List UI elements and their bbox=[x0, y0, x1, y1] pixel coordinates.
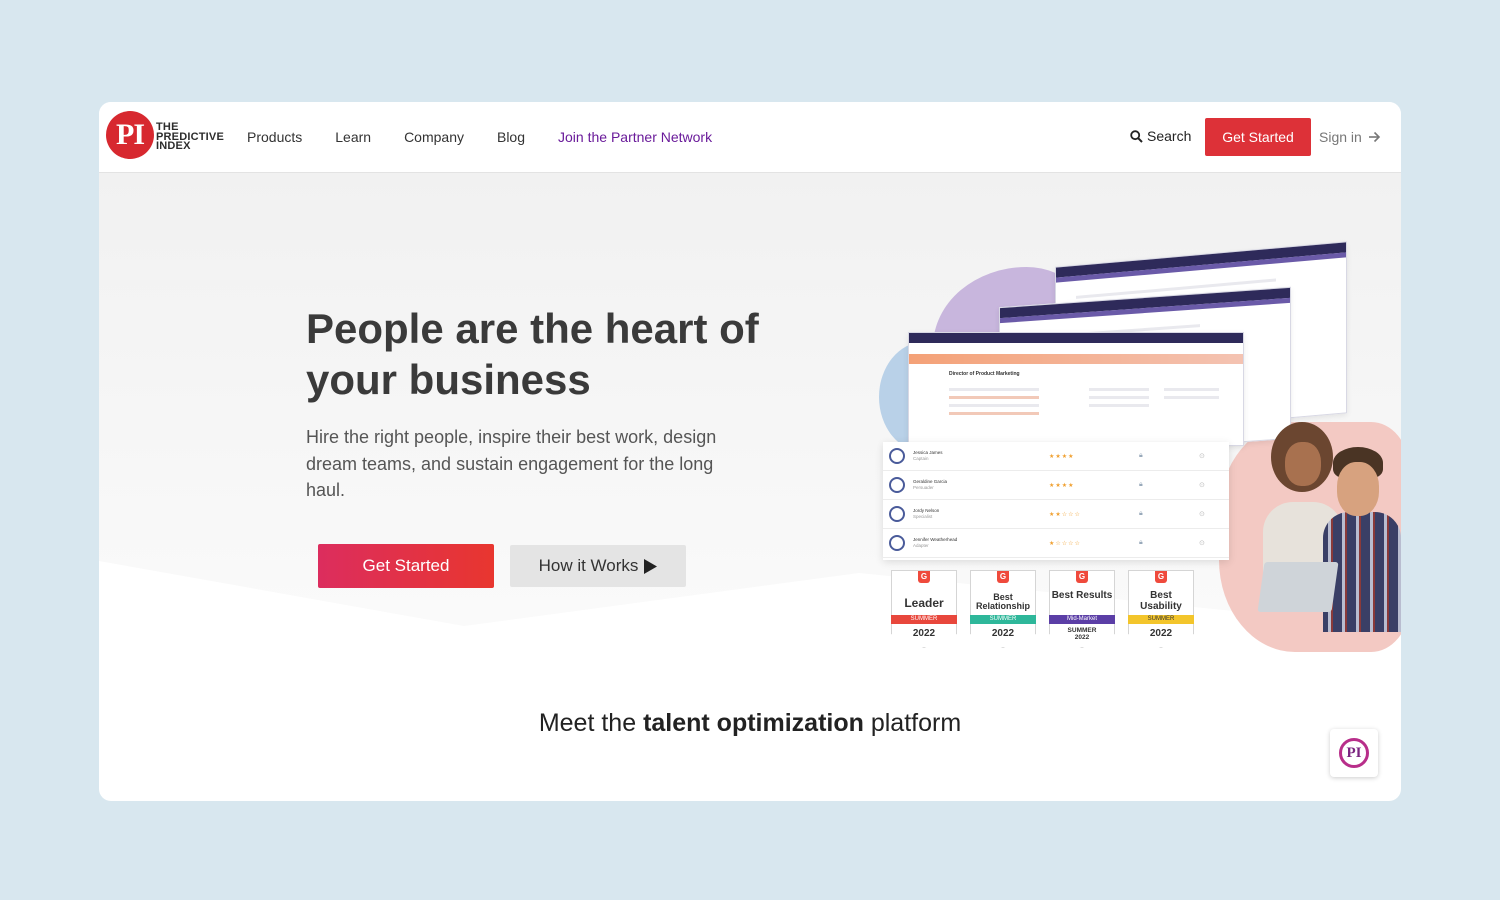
badge-ribbon: SUMMER bbox=[891, 615, 957, 624]
badge-year: 2022 bbox=[991, 628, 1015, 639]
profile-icon bbox=[889, 506, 905, 522]
nav-item-learn[interactable]: Learn bbox=[335, 129, 371, 145]
rating-stars: ★☆☆☆☆ bbox=[1049, 540, 1081, 547]
menu-icon: ⊙ bbox=[1199, 482, 1205, 489]
profile-icon bbox=[889, 448, 905, 464]
candidate-list: Jessica James Captain ★★★★ 🔒︎ ⊙ Geraldine… bbox=[883, 442, 1229, 560]
people-photo bbox=[1241, 412, 1401, 642]
list-item: Jennifer Weatherhead Adapter ★☆☆☆☆ 🔒︎ ⊙ bbox=[883, 529, 1229, 558]
rating-stars: ★★★★ bbox=[1049, 482, 1075, 489]
nav-item-products[interactable]: Products bbox=[247, 129, 302, 145]
tagline-prefix: Meet the bbox=[538, 709, 644, 737]
profile-icon bbox=[889, 477, 905, 493]
list-item: Jordy Nelson Specialist ★★☆☆☆ 🔒︎ ⊙ bbox=[883, 500, 1229, 529]
candidate-role: Persuader bbox=[913, 485, 934, 490]
predictive-index-logo[interactable]: PI THE PREDICTIVE INDEX bbox=[106, 111, 236, 163]
g2-badge-best-usability: G Best Usability SUMMER 2022 bbox=[1128, 570, 1194, 648]
badge-ribbon: SUMMER bbox=[970, 615, 1036, 624]
top-navigation: PI THE PREDICTIVE INDEX Products Learn C… bbox=[99, 102, 1401, 173]
nav-item-blog[interactable]: Blog bbox=[497, 129, 525, 145]
search-button[interactable]: Search bbox=[1130, 128, 1191, 144]
lock-icon: 🔒︎ bbox=[1139, 481, 1143, 488]
nav-links: Products Learn Company Blog Join the Par… bbox=[247, 102, 745, 172]
candidate-role: Adapter bbox=[913, 543, 929, 548]
g2-logo-icon: G bbox=[1155, 571, 1167, 583]
candidate-role: Specialist bbox=[913, 514, 933, 519]
lock-icon: 🔒︎ bbox=[1139, 539, 1143, 546]
g2-logo-icon: G bbox=[1076, 571, 1088, 583]
nav-item-company[interactable]: Company bbox=[404, 129, 464, 145]
hero-get-started-button[interactable]: Get Started bbox=[318, 544, 494, 588]
badge-year: 2022 bbox=[1149, 628, 1173, 639]
menu-icon: ⊙ bbox=[1199, 511, 1205, 518]
badge-title: Leader bbox=[904, 596, 944, 610]
lock-icon: 🔒︎ bbox=[1139, 452, 1143, 459]
candidate-role: Captain bbox=[913, 456, 929, 461]
tagline-bold: talent optimization bbox=[643, 709, 864, 737]
rating-stars: ★★☆☆☆ bbox=[1049, 511, 1081, 518]
badge-ribbon: Mid-Market bbox=[1049, 615, 1115, 624]
platform-tagline: Meet the talent optimization platform bbox=[99, 709, 1401, 738]
job-title: Director of Product Marketing bbox=[949, 371, 1020, 377]
list-item: Jessica James Captain ★★★★ 🔒︎ ⊙ bbox=[883, 442, 1229, 471]
sign-in-label: Sign in bbox=[1319, 129, 1362, 145]
profile-icon bbox=[889, 535, 905, 551]
hero-headline: People are the heart of your business bbox=[306, 305, 759, 403]
nav-get-started-button[interactable]: Get Started bbox=[1205, 118, 1311, 156]
tagline-suffix: platform bbox=[863, 709, 962, 737]
list-item: Geraldine Garcia Persuader ★★★★ 🔒︎ ⊙ bbox=[883, 471, 1229, 500]
search-icon bbox=[1130, 129, 1143, 143]
g2-logo-icon: G bbox=[918, 571, 930, 583]
badge-title: Best Results bbox=[1051, 590, 1113, 601]
how-it-works-label: How it Works bbox=[538, 556, 639, 575]
app-screenshot-front: Director of Product Marketing bbox=[908, 332, 1244, 446]
chat-logo-icon: PI bbox=[1339, 738, 1369, 768]
g2-badges: G Leader SUMMER 2022 G Best Relationship… bbox=[891, 570, 1201, 650]
badge-ribbon: SUMMER bbox=[1128, 615, 1194, 624]
g2-badge-best-relationship: G Best Relationship SUMMER 2022 bbox=[970, 570, 1036, 648]
logo-wordmark: THE PREDICTIVE INDEX bbox=[156, 122, 224, 152]
laptop-image bbox=[1257, 562, 1339, 612]
nav-item-partner-network[interactable]: Join the Partner Network bbox=[558, 129, 712, 145]
search-label: Search bbox=[1147, 128, 1192, 144]
lock-icon: 🔒︎ bbox=[1139, 510, 1143, 517]
rating-stars: ★★★★ bbox=[1049, 453, 1075, 460]
chat-widget-button[interactable]: PI bbox=[1330, 729, 1378, 777]
how-it-works-button[interactable]: How it Works bbox=[510, 545, 686, 587]
sign-in-link[interactable]: Sign in bbox=[1319, 129, 1381, 145]
menu-icon: ⊙ bbox=[1199, 453, 1205, 460]
browser-page: PI THE PREDICTIVE INDEX Products Learn C… bbox=[99, 102, 1401, 801]
logo-mark: PI bbox=[106, 111, 154, 159]
badge-title: Best Relationship bbox=[975, 592, 1030, 611]
product-illustration: Director of Product Marketing Jessica Ja… bbox=[879, 241, 1401, 652]
badge-year: SUMMER 2022 bbox=[1067, 627, 1097, 641]
arrow-right-icon bbox=[1368, 131, 1380, 143]
play-icon bbox=[644, 558, 658, 574]
menu-icon: ⊙ bbox=[1199, 540, 1205, 547]
logo-line-3: INDEX bbox=[156, 140, 191, 152]
badge-title: Best Usability bbox=[1140, 590, 1182, 612]
hero-subtext: Hire the right people, inspire their bes… bbox=[306, 427, 717, 500]
badge-year: 2022 bbox=[912, 628, 936, 639]
g2-badge-best-results: G Best Results Mid-Market SUMMER 2022 bbox=[1049, 570, 1115, 648]
g2-badge-leader: G Leader SUMMER 2022 bbox=[891, 570, 957, 648]
g2-logo-icon: G bbox=[997, 571, 1009, 583]
